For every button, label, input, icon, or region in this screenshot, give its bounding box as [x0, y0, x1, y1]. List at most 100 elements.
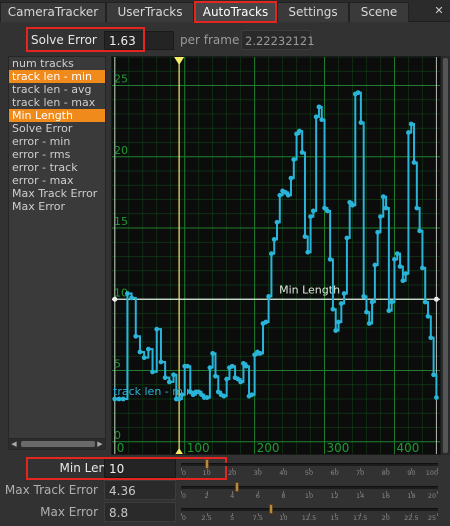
threshold-endpoint — [112, 296, 118, 302]
track-series-point — [150, 369, 155, 375]
slider-track[interactable] — [181, 508, 438, 511]
x-tick-label: 100 — [187, 441, 210, 455]
slider-tick-label: 7.5 — [252, 514, 263, 522]
tab-autotracks[interactable]: AutoTracks — [194, 1, 277, 23]
track-series-point — [338, 301, 344, 306]
slider-track[interactable] — [181, 486, 438, 489]
max-error-input[interactable]: 8.8 — [104, 502, 176, 522]
track-series-point — [141, 355, 147, 361]
threshold-annotation: Min Length — [279, 283, 340, 296]
track-series-point — [341, 291, 347, 296]
close-icon[interactable]: ✕ — [432, 4, 446, 18]
slider-tick — [437, 513, 438, 516]
track-series-point — [380, 194, 386, 200]
scrollbar-thumb[interactable] — [21, 441, 95, 447]
slider-tick-label: 20 — [228, 469, 237, 477]
slider-tick-label: 50 — [304, 469, 314, 477]
track-series-point — [355, 90, 361, 96]
list-item[interactable]: error - rms — [9, 148, 105, 161]
track-series-point — [221, 393, 227, 399]
track-series-point — [277, 192, 283, 198]
y-tick-label: 20 — [114, 144, 128, 157]
list-item[interactable]: error - max — [9, 174, 105, 187]
curve-list: num tracks track len - min track len - avg… — [8, 56, 106, 439]
slider-track[interactable] — [181, 463, 438, 466]
track-series-point — [372, 262, 378, 268]
track-series-point — [420, 265, 425, 271]
track-series-point — [394, 251, 400, 257]
per-frame-label: per frame — [180, 33, 240, 47]
list-item[interactable]: error - min — [9, 135, 105, 148]
track-series-point — [124, 291, 130, 296]
list-horizontal-scrollbar[interactable]: ◀ ▶ — [8, 438, 106, 450]
slider-tick-label: 10 — [202, 469, 211, 477]
track-series-point — [296, 128, 302, 134]
slider-handle[interactable] — [204, 459, 209, 469]
threshold-endpoint — [433, 296, 439, 302]
track-series-point — [327, 256, 333, 262]
scroll-left-icon[interactable]: ◀ — [9, 439, 19, 449]
track-series-point — [263, 319, 269, 325]
list-item[interactable]: Max Track Error — [9, 187, 105, 200]
scroll-right-icon[interactable]: ▶ — [95, 439, 105, 449]
track-series-point — [257, 351, 263, 356]
track-series-point — [162, 375, 168, 381]
max-track-error-input[interactable]: 4.36 — [104, 480, 176, 500]
track-series-point — [207, 365, 213, 371]
track-series-point — [422, 299, 428, 305]
scrollbar-thumb[interactable] — [443, 58, 448, 453]
track-series-point — [243, 363, 249, 369]
y-tick-label: 25 — [114, 73, 128, 86]
track-series-point — [166, 379, 172, 385]
list-item[interactable]: Max Error — [9, 200, 105, 213]
graph-vertical-scrollbar[interactable] — [441, 56, 450, 455]
track-series-point — [271, 237, 277, 242]
tab-scene[interactable]: Scene — [349, 2, 409, 22]
list-item[interactable]: track len - min — [9, 70, 105, 83]
curve-chart: 0 100 200 300 4000510152025Min Lengthtrack l… — [112, 57, 440, 455]
max-track-error-label: Max Track Error — [4, 483, 98, 497]
max-error-slider[interactable]: 0 2.5 5 7.5 10 12.5 15 17.5 20 22.5 25 — [181, 504, 438, 522]
max-track-error-slider[interactable]: 0 2 4 6 8 10 12 14 16 18 20 — [181, 482, 438, 500]
track-series-point — [269, 251, 274, 257]
track-series-point — [291, 157, 297, 162]
track-series-line — [114, 91, 438, 400]
x-tick-label: 400 — [396, 441, 419, 455]
curve-graph[interactable]: 0 100 200 300 400 0 5 10 15 20 25 Min Length track l… — [111, 56, 441, 455]
list-item[interactable]: error - track — [9, 161, 105, 174]
list-item[interactable]: track len - max — [9, 96, 105, 109]
track-series-point — [288, 175, 294, 181]
track-series-point — [361, 294, 367, 299]
list-item[interactable]: Min Length — [9, 109, 105, 122]
track-series-point — [408, 121, 414, 127]
track-series-point — [185, 363, 190, 369]
slider-tick-label: 22.5 — [404, 514, 419, 522]
slider-tick-label: 5 — [230, 514, 235, 522]
slider-tick-label: 60 — [330, 469, 339, 477]
track-series-point — [389, 299, 395, 305]
list-item[interactable]: track len - avg — [9, 83, 105, 96]
slider-tick-label: 0 — [181, 469, 187, 477]
track-series-point — [414, 205, 420, 211]
tab-cameratracker[interactable]: CameraTracker — [0, 2, 106, 22]
slider-handle[interactable] — [269, 504, 274, 514]
slider-tick-label: 8 — [281, 492, 286, 500]
slider-tick — [437, 491, 438, 494]
track-series-point — [299, 150, 305, 155]
track-series-point — [400, 278, 406, 284]
slider-tick-label: 18 — [407, 492, 416, 500]
list-item[interactable]: Solve Error — [9, 122, 105, 135]
track-series-point — [316, 104, 322, 110]
min-length-slider[interactable]: 0 10 20 30 40 50 60 70 80 90 100 — [181, 459, 438, 477]
tab-usertracks[interactable]: UserTracks — [106, 2, 194, 22]
slider-handle[interactable] — [235, 482, 240, 492]
track-series-point — [224, 376, 230, 382]
slider-tick-label: 40 — [279, 469, 288, 477]
track-series-annotation: track len - min — [113, 385, 193, 398]
tab-settings[interactable]: Settings — [277, 2, 349, 22]
x-tick-label: 300 — [327, 441, 350, 455]
track-series-point — [333, 328, 339, 333]
slider-tick-label: 70 — [356, 469, 365, 477]
list-item[interactable]: num tracks — [9, 57, 105, 70]
track-series-point — [238, 379, 244, 385]
